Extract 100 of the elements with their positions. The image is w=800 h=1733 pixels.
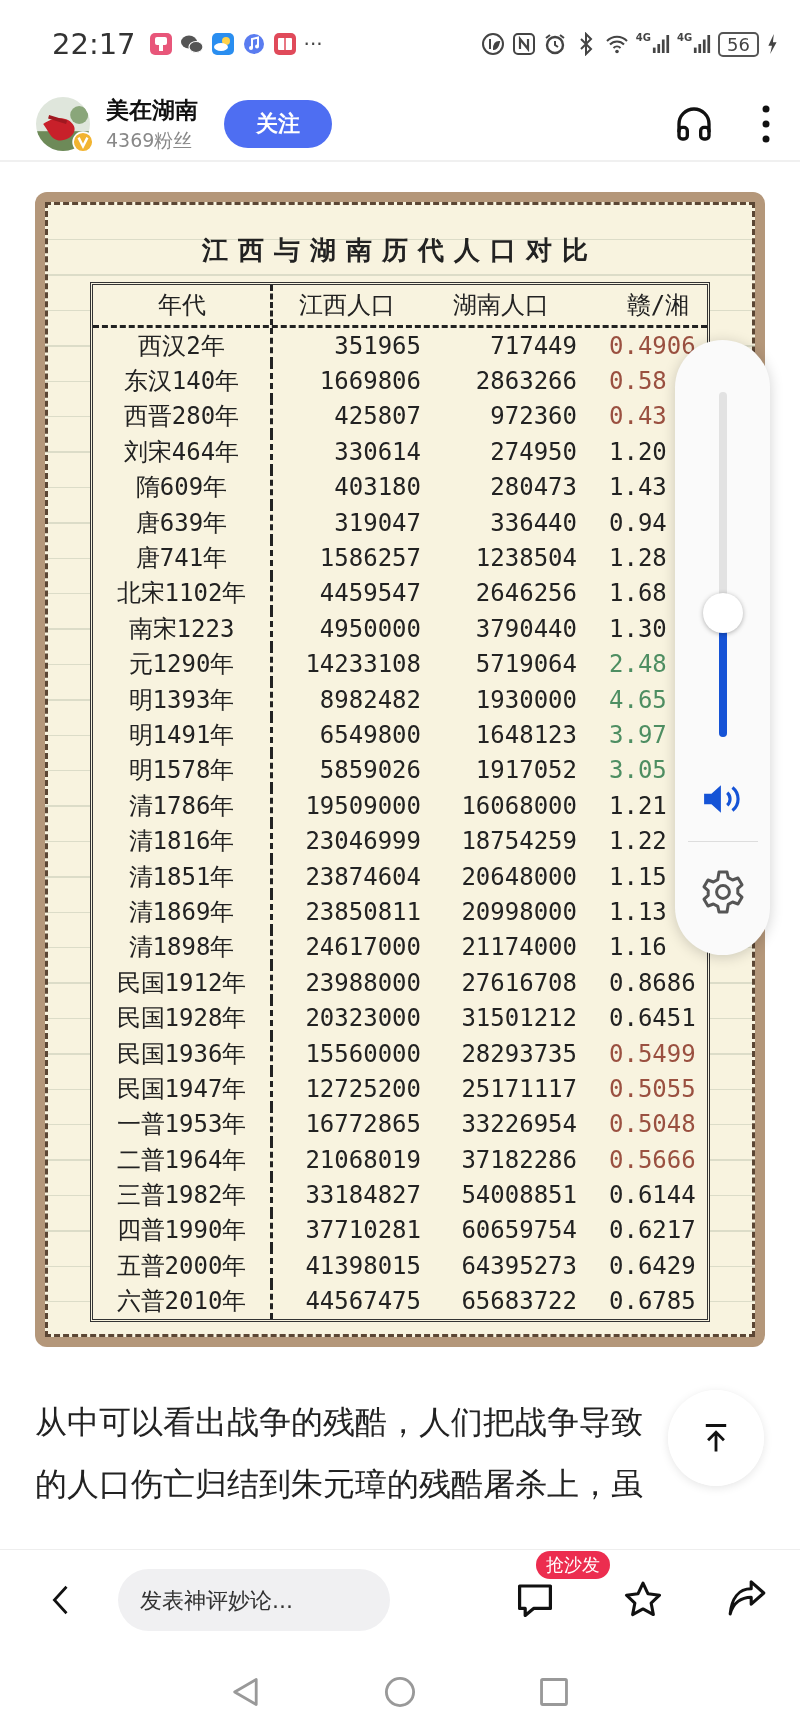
table-cell-text: 8982482 — [318, 684, 422, 716]
more-notifications: ··· — [303, 32, 323, 56]
table-cell: 0.4906 — [609, 331, 696, 360]
table-cell: 西晋280年 — [93, 398, 273, 435]
charging-icon — [766, 33, 778, 55]
table-cell-text: 280473 — [489, 472, 578, 504]
table-cell-text: 2646256 — [474, 578, 578, 610]
table-cell-text: 4950000 — [318, 613, 422, 645]
comment-badge: 抢沙发 — [536, 1551, 610, 1579]
table-cell: 0.6429 — [609, 1251, 696, 1280]
table-cell-text: 23874604 — [304, 861, 422, 893]
slider-handle[interactable] — [702, 592, 743, 633]
table-cell-text: 20648000 — [460, 861, 578, 893]
table-cell: 0.5055 — [609, 1074, 696, 1103]
table-cell: 1.15 — [609, 862, 667, 891]
table-cell: 民国1947年 — [93, 1071, 273, 1107]
follow-button[interactable]: 关注 — [224, 100, 332, 148]
table-cell: 1.22 — [609, 827, 667, 856]
table-cell: 1.21 — [609, 791, 667, 820]
table-cell: 0.6451 — [609, 1004, 696, 1033]
table-cell: 清1898年 — [93, 929, 273, 966]
table-cell-text: 33184827 — [304, 1180, 422, 1212]
leaf-icon — [480, 32, 505, 56]
nav-home-icon[interactable] — [383, 1674, 417, 1709]
table-cell: 0.8686 — [609, 968, 696, 997]
table-cell: 4.65 — [609, 685, 667, 714]
table-cell-text: 64395273 — [460, 1250, 578, 1282]
table-cell: 0.5499 — [609, 1039, 696, 1068]
comment-field[interactable]: 发表神评妙论... — [118, 1569, 390, 1631]
table-cell-text: 5719064 — [474, 649, 578, 681]
battery-level: 56 — [718, 31, 759, 57]
column-header: 江西人口 — [298, 290, 396, 321]
article-paragraph: 从中可以看出战争的残酷，人们把战争导致的人口伤亡归结到朱元璋的残酷屠杀上，虽 — [35, 1402, 644, 1505]
table-cell: 元1290年 — [93, 646, 273, 682]
table-cell-text: 3790440 — [474, 613, 578, 645]
table-cell-text: 37182286 — [460, 1144, 578, 1176]
table-cell-text: 44567475 — [304, 1286, 422, 1318]
table-cell-text: 425807 — [333, 401, 422, 433]
table-cell-text: 25171117 — [460, 1073, 578, 1105]
table-cell-text: 20998000 — [460, 896, 578, 928]
table-cell: 明1393年 — [93, 681, 273, 718]
table-cell-text: 319047 — [333, 507, 422, 539]
table-cell: 民国1912年 — [93, 965, 273, 1001]
table-cell: 四普1990年 — [93, 1212, 273, 1249]
table-title: 江西与湖南历代人口对比 — [201, 234, 599, 267]
network-type: 4G — [676, 31, 693, 43]
music-icon — [241, 32, 266, 56]
more-icon[interactable] — [762, 104, 770, 144]
table-cell: 刘宋464年 — [93, 434, 273, 470]
table-cell-text: 717449 — [489, 330, 578, 362]
table-cell: 1.16 — [609, 933, 667, 962]
table-cell: 六普2010年 — [93, 1283, 273, 1319]
table-cell-text: 14233108 — [304, 649, 422, 681]
column-header: 湖南人口 — [452, 290, 550, 321]
table-cell: 0.6217 — [609, 1216, 696, 1245]
table-cell: 清1816年 — [93, 823, 273, 859]
table-cell-text: 6549800 — [318, 720, 422, 751]
table-cell-text: 1917052 — [474, 755, 578, 787]
table-cell-text: 33226954 — [460, 1109, 578, 1141]
table-cell-text: 330614 — [333, 436, 422, 468]
network-type: 4G — [635, 31, 651, 43]
table-cell-text: 4459547 — [318, 578, 422, 610]
table-cell: 0.5048 — [609, 1110, 696, 1139]
author-name[interactable]: 美在湖南 — [106, 94, 198, 126]
table-cell: 1.30 — [609, 614, 667, 643]
table-cell-text: 1648123 — [474, 720, 578, 751]
table-cell: 1.28 — [609, 544, 667, 573]
app-icon — [148, 32, 173, 56]
table-cell: 0.6785 — [609, 1287, 696, 1316]
table-cell-text: 1238504 — [474, 543, 578, 575]
table-cell-text: 24617000 — [304, 932, 422, 964]
table-cell: 0.6144 — [609, 1181, 696, 1210]
table-cell: 1.13 — [609, 897, 667, 926]
table-cell: 二普1964年 — [93, 1142, 273, 1178]
table-cell-text: 12725200 — [304, 1073, 422, 1105]
table-cell-text: 1586257 — [318, 543, 422, 575]
table-cell-text: 65683722 — [460, 1286, 578, 1318]
table-cell-text: 37710281 — [304, 1215, 422, 1247]
table-cell-text: 21174000 — [460, 932, 578, 964]
book-icon — [272, 32, 297, 56]
table-cell: 民国1936年 — [93, 1035, 273, 1072]
table-cell: 清1851年 — [93, 858, 273, 895]
table-cell: 明1578年 — [93, 752, 273, 789]
table-cell: 唐639年 — [93, 504, 273, 541]
weather-icon — [210, 32, 235, 56]
table-cell-text: 23988000 — [304, 967, 422, 999]
table-cell: 民国1928年 — [93, 1000, 273, 1036]
table-cell-text: 21068019 — [304, 1144, 422, 1176]
table-cell-text: 19509000 — [304, 790, 422, 822]
headphones-icon[interactable] — [674, 104, 714, 144]
table-cell-text: 2863266 — [474, 366, 578, 398]
table-cell: 0.94 — [609, 508, 667, 537]
table-cell-text: 18754259 — [460, 826, 578, 858]
status-time: 22:17 — [52, 27, 136, 61]
follower-count: 4369粉丝 — [106, 127, 194, 153]
table-cell-text: 41398015 — [304, 1250, 422, 1282]
table-cell: 唐741年 — [93, 540, 273, 576]
table-cell-text: 60659754 — [460, 1215, 578, 1247]
table-cell: 北宋1102年 — [93, 575, 273, 612]
table-cell: 0.43 — [609, 402, 667, 431]
